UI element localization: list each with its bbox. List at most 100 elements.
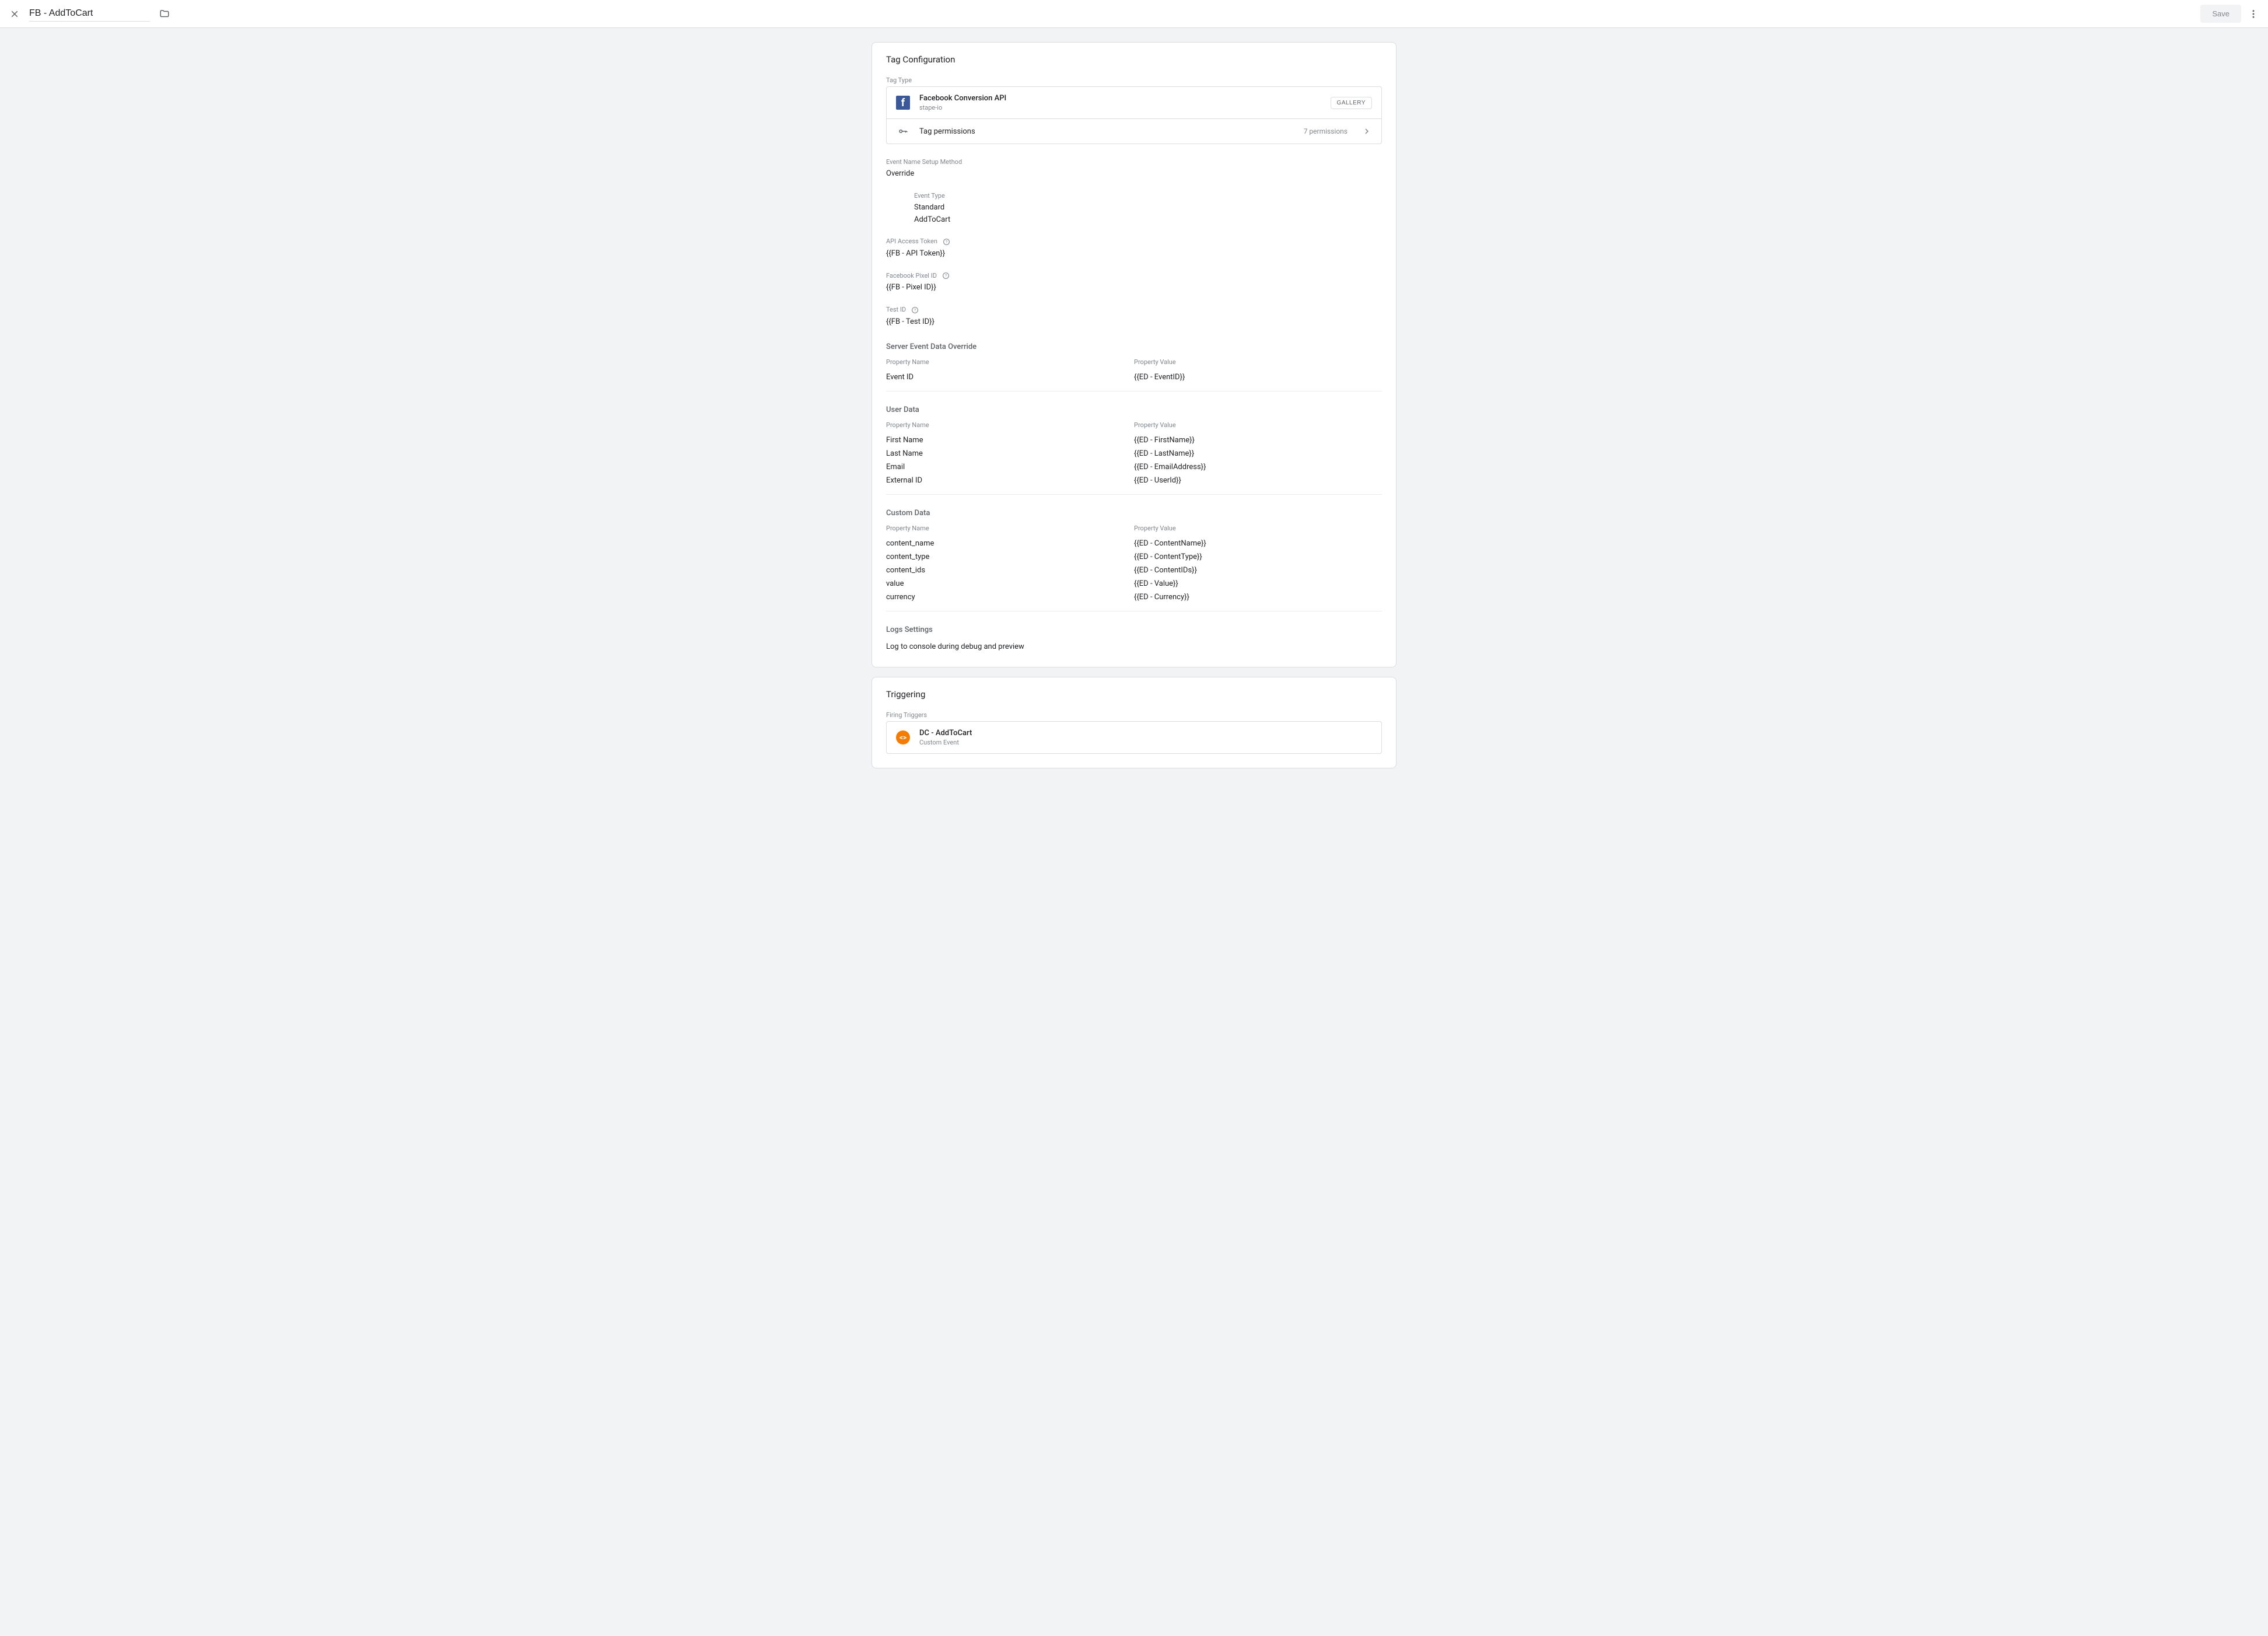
prop-name: currency (886, 593, 1134, 602)
event-setup-value: Override (886, 168, 1382, 180)
prop-row: Event ID{{ED - EventID}} (886, 370, 1382, 384)
permissions-label: Tag permissions (919, 127, 1294, 136)
prop-value: {{ED - Currency}} (1134, 593, 1382, 602)
trigger-type: Custom Event (919, 739, 972, 746)
prop-header: Property Name Property Value (886, 421, 1382, 429)
content-area: Tag Configuration Tag Type f Facebook Co… (0, 28, 2268, 806)
server-rows: Event ID{{ED - EventID}} (886, 370, 1382, 384)
tag-type-label: Tag Type (886, 76, 1382, 84)
tag-type-info: Facebook Conversion API stape-io (919, 94, 1321, 111)
prop-name-header: Property Name (886, 525, 1134, 532)
prop-value-header: Property Value (1134, 421, 1382, 429)
prop-name: Event ID (886, 373, 1134, 382)
svg-text:?: ? (914, 307, 916, 312)
api-token-value: {{FB - API Token}} (886, 248, 1382, 260)
prop-row: content_type{{ED - ContentType}} (886, 550, 1382, 564)
tag-type-author: stape-io (919, 104, 1321, 111)
tag-configuration-card[interactable]: Tag Configuration Tag Type f Facebook Co… (872, 42, 1396, 667)
folder-icon[interactable] (159, 9, 170, 19)
test-id-label-text: Test ID (886, 306, 906, 313)
trigger-row[interactable]: <> DC - AddToCart Custom Event (886, 721, 1382, 754)
trigger-name: DC - AddToCart (919, 729, 972, 737)
tag-type-name: Facebook Conversion API (919, 94, 1321, 103)
help-icon[interactable]: ? (942, 272, 950, 279)
facebook-icon: f (896, 96, 910, 110)
tag-permissions-row[interactable]: Tag permissions 7 permissions (887, 118, 1381, 144)
event-type-value: Standard (914, 202, 1382, 214)
api-token-field: API Access Token ? {{FB - API Token}} (886, 237, 1382, 260)
event-type-field: Event Type Standard AddToCart (886, 192, 1382, 226)
logs-value: Log to console during debug and preview (886, 641, 1382, 653)
pixel-label: Facebook Pixel ID ? (886, 272, 1382, 280)
event-name-value: AddToCart (914, 214, 1382, 226)
server-override-title: Server Event Data Override (886, 342, 1382, 351)
prop-row: Last Name{{ED - LastName}} (886, 447, 1382, 460)
api-token-label-text: API Access Token (886, 237, 937, 245)
tag-name-input[interactable] (29, 6, 150, 22)
test-id-field: Test ID ? {{FB - Test ID}} (886, 306, 1382, 328)
prop-name: content_ids (886, 566, 1134, 575)
prop-row: content_ids{{ED - ContentIDs}} (886, 564, 1382, 577)
save-button[interactable]: Save (2200, 5, 2241, 23)
header-left (9, 6, 170, 22)
test-id-label: Test ID ? (886, 306, 1382, 314)
prop-header: Property Name Property Value (886, 358, 1382, 366)
prop-value: {{ED - LastName}} (1134, 449, 1382, 458)
permissions-count: 7 permissions (1304, 127, 1348, 135)
event-setup-label: Event Name Setup Method (886, 158, 1382, 166)
prop-row: First Name{{ED - FirstName}} (886, 434, 1382, 447)
key-icon (896, 126, 910, 137)
prop-row: External ID{{ED - UserId}} (886, 474, 1382, 487)
pixel-field: Facebook Pixel ID ? {{FB - Pixel ID}} (886, 272, 1382, 294)
svg-text:?: ? (945, 274, 947, 278)
prop-row: currency{{ED - Currency}} (886, 590, 1382, 604)
svg-text:?: ? (946, 240, 947, 244)
prop-name: content_type (886, 553, 1134, 561)
prop-name: value (886, 579, 1134, 588)
pixel-value: {{FB - Pixel ID}} (886, 282, 1382, 294)
prop-name: First Name (886, 436, 1134, 445)
more-menu-icon[interactable] (2248, 9, 2259, 19)
prop-value: {{ED - EmailAddress}} (1134, 463, 1382, 471)
triggering-title: Triggering (886, 689, 1382, 700)
prop-name: content_name (886, 539, 1134, 548)
prop-value: {{ED - EventID}} (1134, 373, 1382, 382)
prop-name: Last Name (886, 449, 1134, 458)
prop-value: {{ED - ContentType}} (1134, 553, 1382, 561)
triggering-card[interactable]: Triggering Firing Triggers <> DC - AddTo… (872, 677, 1396, 768)
tag-type-row[interactable]: f Facebook Conversion API stape-io GALLE… (887, 87, 1381, 118)
prop-row: content_name{{ED - ContentName}} (886, 537, 1382, 550)
prop-name-header: Property Name (886, 421, 1134, 429)
card-title: Tag Configuration (886, 54, 1382, 65)
divider (886, 494, 1382, 495)
editor-header: Save (0, 0, 2268, 28)
help-icon[interactable]: ? (911, 306, 919, 314)
logs-title: Logs Settings (886, 625, 1382, 634)
prop-value: {{ED - ContentName}} (1134, 539, 1382, 548)
pixel-label-text: Facebook Pixel ID (886, 272, 937, 279)
gallery-button[interactable]: GALLERY (1331, 97, 1372, 109)
event-setup-field: Event Name Setup Method Override (886, 158, 1382, 180)
prop-name-header: Property Name (886, 358, 1134, 366)
prop-row: Email{{ED - EmailAddress}} (886, 460, 1382, 474)
test-id-value: {{FB - Test ID}} (886, 316, 1382, 328)
prop-value: {{ED - ContentIDs}} (1134, 566, 1382, 575)
event-type-label: Event Type (914, 192, 1382, 200)
prop-value-header: Property Value (1134, 525, 1382, 532)
custom-rows: content_name{{ED - ContentName}}content_… (886, 537, 1382, 604)
close-icon[interactable] (9, 9, 20, 19)
api-token-label: API Access Token ? (886, 237, 1382, 246)
prop-value-header: Property Value (1134, 358, 1382, 366)
help-icon[interactable]: ? (943, 238, 950, 246)
custom-event-icon: <> (896, 730, 910, 744)
header-right: Save (2200, 5, 2259, 23)
prop-header: Property Name Property Value (886, 525, 1382, 532)
custom-data-title: Custom Data (886, 509, 1382, 518)
prop-name: External ID (886, 476, 1134, 485)
firing-triggers-label: Firing Triggers (886, 711, 1382, 719)
prop-value: {{ED - Value}} (1134, 579, 1382, 588)
user-rows: First Name{{ED - FirstName}}Last Name{{E… (886, 434, 1382, 487)
prop-name: Email (886, 463, 1134, 471)
tag-type-box: f Facebook Conversion API stape-io GALLE… (886, 86, 1382, 144)
prop-row: value{{ED - Value}} (886, 577, 1382, 590)
